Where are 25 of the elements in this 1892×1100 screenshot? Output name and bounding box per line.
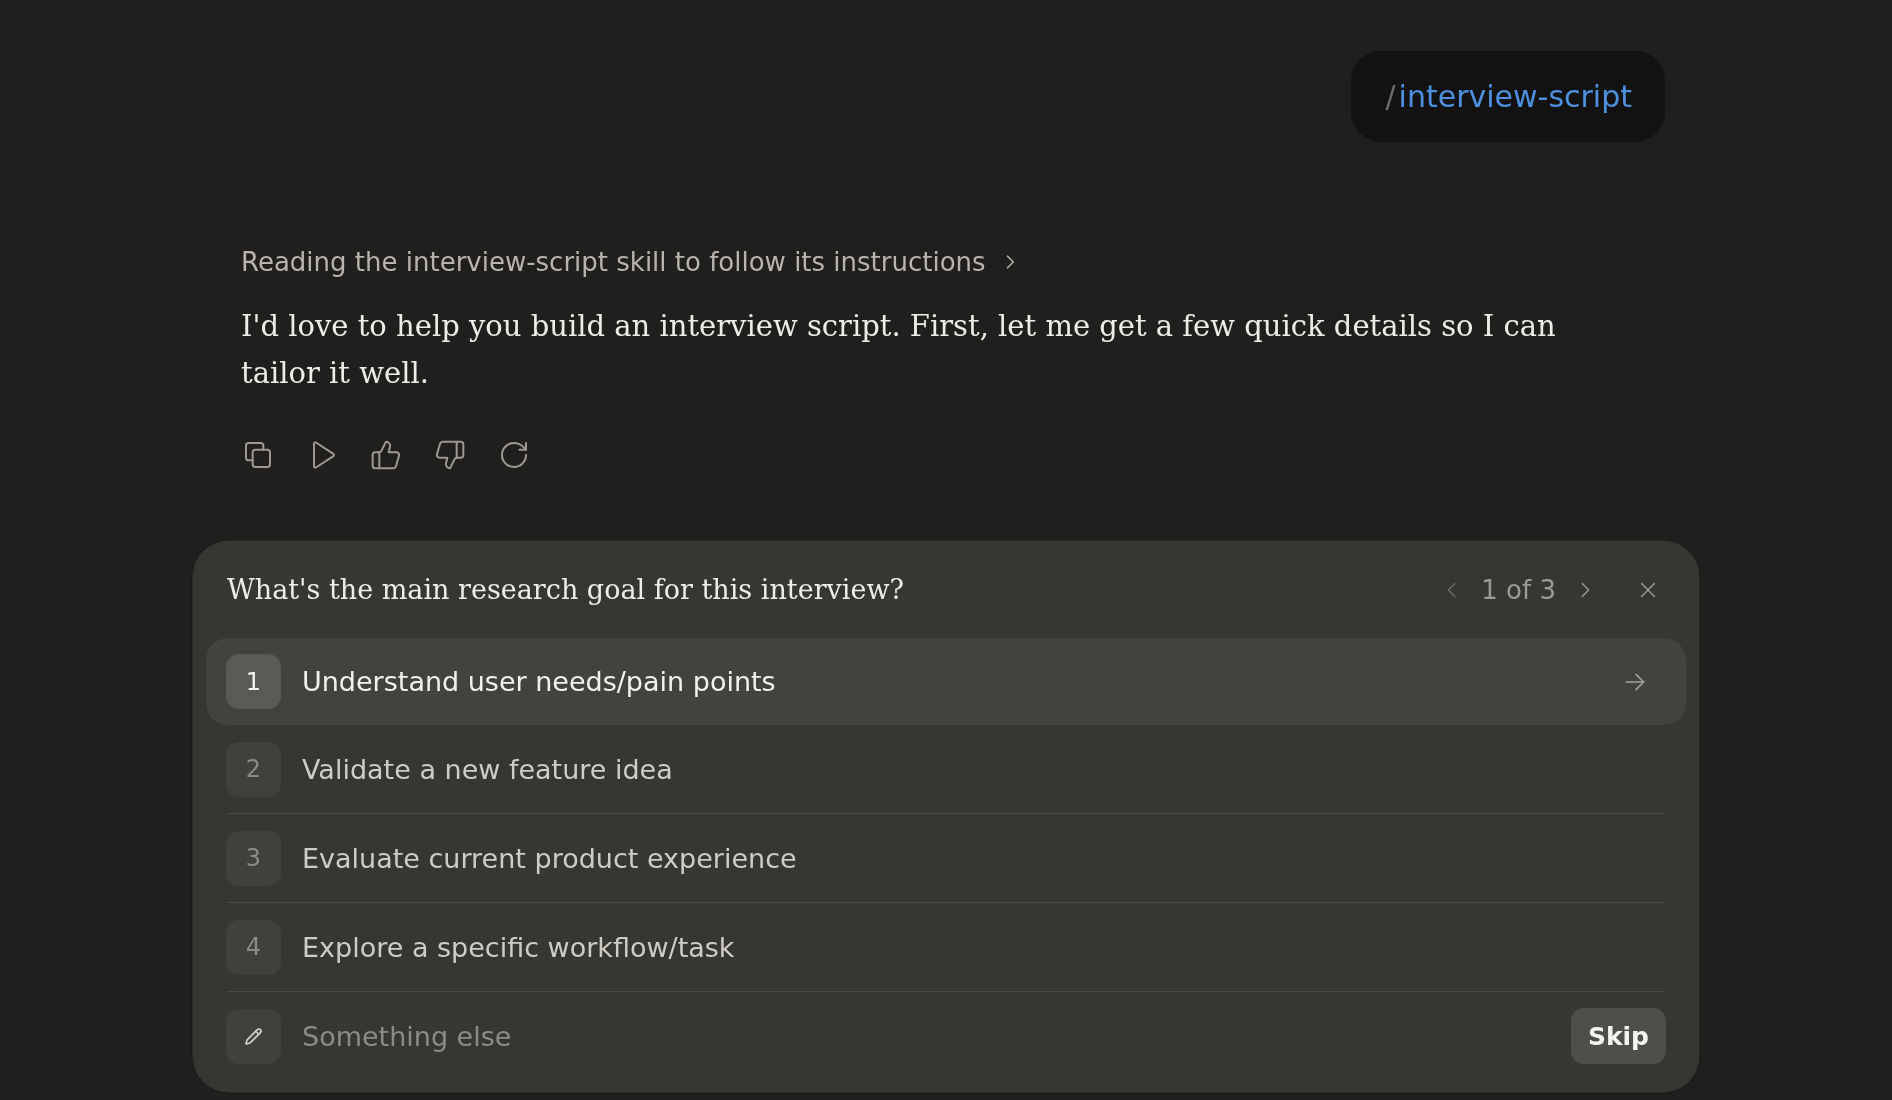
answer-option[interactable]: 1 Understand user needs/pain points <box>206 638 1686 725</box>
answer-option[interactable]: 2 Validate a new feature idea <box>206 725 1686 813</box>
answer-option[interactable]: 4 Explore a specific workflow/task <box>206 903 1686 991</box>
option-label: Explore a specific workflow/task <box>302 931 736 963</box>
assistant-message: I'd love to help you build an interview script. First, let me get a few quick details so I can tailor it well. <box>241 308 1557 392</box>
thumbs-up-icon[interactable] <box>370 439 402 471</box>
option-label: Validate a new feature idea <box>302 753 674 785</box>
question-title: What's the main research goal for this interview? <box>227 574 905 605</box>
option-label: Evaluate current product experience <box>302 842 798 874</box>
option-number: 2 <box>226 741 281 797</box>
option-label: Understand user needs/pain points <box>302 666 777 697</box>
option-number: 3 <box>226 830 281 886</box>
tool-status-toggle[interactable]: Reading the interview-script skill to follow its instructions <box>241 246 1020 278</box>
retry-icon[interactable] <box>498 439 530 471</box>
copy-icon[interactable] <box>242 439 274 471</box>
slash-prefix: / <box>1385 79 1396 114</box>
pencil-icon <box>226 1008 281 1064</box>
page-counter: 1 of 3 <box>1481 574 1556 605</box>
option-number: 4 <box>226 919 281 975</box>
command-text: interview-script <box>1398 79 1632 114</box>
answer-option[interactable]: 3 Evaluate current product experience <box>206 814 1686 902</box>
skip-button[interactable]: Skip <box>1570 1008 1666 1064</box>
option-number: 1 <box>226 654 281 709</box>
thumbs-down-icon[interactable] <box>434 439 466 471</box>
custom-answer-field[interactable]: Something else <box>302 1016 1550 1056</box>
